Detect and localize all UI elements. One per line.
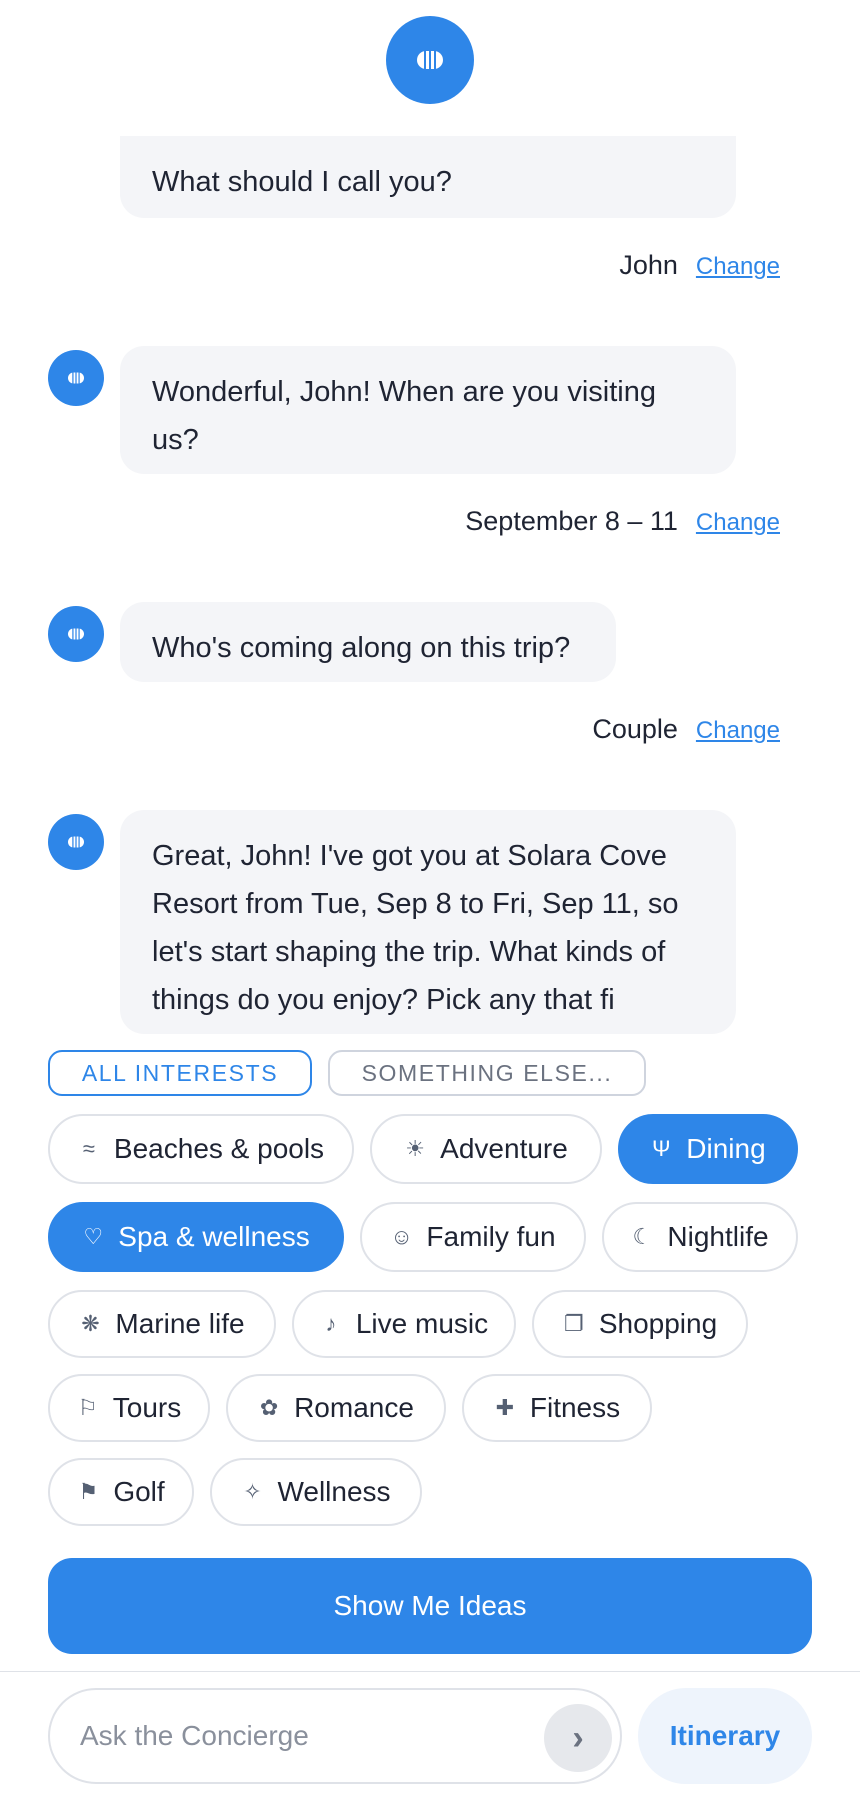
tab-something-else[interactable]: SOMETHING ELSE... bbox=[328, 1050, 646, 1096]
divider bbox=[0, 1671, 860, 1672]
chip-label: Nightlife bbox=[667, 1221, 769, 1252]
chip-golf[interactable]: ⚑ Golf bbox=[48, 1458, 194, 1526]
chip-romance[interactable]: ✿ Romance bbox=[226, 1374, 446, 1442]
chip-beaches-pools[interactable]: ≈ Beaches & pools bbox=[48, 1114, 354, 1184]
concierge-avatar bbox=[386, 16, 474, 104]
chip-live-music[interactable]: ♪ Live music bbox=[292, 1290, 516, 1358]
concierge-bell-icon bbox=[68, 628, 84, 640]
message-text: What should I call you? bbox=[152, 166, 452, 198]
chip-label: Adventure bbox=[440, 1133, 568, 1164]
concierge-avatar bbox=[48, 814, 104, 870]
chip-label: Tours bbox=[112, 1392, 182, 1423]
heart-icon: ♡ bbox=[83, 1224, 104, 1249]
answer-text: September 8 – 11 bbox=[465, 506, 678, 536]
concierge-bell-icon bbox=[68, 372, 84, 384]
user-answer: Couple Change bbox=[592, 714, 780, 745]
sparkle-icon: ✧ bbox=[243, 1479, 262, 1504]
chip-label: Shopping bbox=[598, 1308, 718, 1339]
chip-label: Dining bbox=[686, 1133, 766, 1164]
assistant-message: Great, John! I've got you at Solara Cove… bbox=[120, 810, 736, 1034]
chip-label: Fitness bbox=[529, 1392, 621, 1423]
itinerary-button[interactable]: Itinerary bbox=[638, 1688, 812, 1784]
chip-label: Family fun bbox=[426, 1221, 556, 1252]
chat-page: What should I call you? John Change Wond… bbox=[0, 0, 860, 1800]
chip-label: Wellness bbox=[277, 1476, 391, 1507]
concierge-avatar bbox=[48, 606, 104, 662]
send-button[interactable]: › bbox=[544, 1704, 612, 1772]
music-note-icon: ♪ bbox=[325, 1311, 337, 1336]
chip-dining[interactable]: Ψ Dining bbox=[618, 1114, 798, 1184]
answer-text: John bbox=[619, 250, 678, 280]
chip-adventure[interactable]: ☀ Adventure bbox=[370, 1114, 602, 1184]
moon-icon: ☾ bbox=[632, 1224, 653, 1249]
chip-label: Romance bbox=[294, 1392, 414, 1423]
bag-icon: ❐ bbox=[563, 1311, 584, 1336]
flag-outline-icon: ⚐ bbox=[77, 1395, 98, 1420]
assistant-message: Wonderful, John! When are you visiting u… bbox=[120, 346, 736, 474]
golf-flag-icon: ⚑ bbox=[78, 1479, 99, 1504]
chip-label: Live music bbox=[355, 1308, 489, 1339]
show-ideas-button[interactable]: Show Me Ideas bbox=[48, 1558, 812, 1654]
fork-icon: Ψ bbox=[652, 1136, 671, 1161]
concierge-bell-icon bbox=[417, 51, 443, 69]
change-link[interactable]: Change bbox=[696, 509, 780, 537]
chip-label: Spa & wellness bbox=[118, 1221, 310, 1252]
chip-label: Beaches & pools bbox=[113, 1133, 325, 1164]
chip-wellness[interactable]: ✧ Wellness bbox=[210, 1458, 422, 1526]
message-text: Who's coming along on this trip? bbox=[152, 632, 571, 664]
ask-concierge-input[interactable] bbox=[80, 1690, 500, 1782]
assistant-message: Who's coming along on this trip? bbox=[120, 602, 616, 682]
plus-icon: ✚ bbox=[495, 1395, 515, 1420]
chip-shopping[interactable]: ❐ Shopping bbox=[532, 1290, 748, 1358]
chevron-right-icon: › bbox=[572, 1718, 584, 1757]
change-link[interactable]: Change bbox=[696, 253, 780, 281]
chip-nightlife[interactable]: ☾ Nightlife bbox=[602, 1202, 798, 1272]
chip-spa-wellness[interactable]: ♡ Spa & wellness bbox=[48, 1202, 344, 1272]
chip-family-fun[interactable]: ☺ Family fun bbox=[360, 1202, 586, 1272]
message-text: Great, John! I've got you at Solara Cove… bbox=[152, 840, 679, 1016]
user-answer: John Change bbox=[619, 250, 780, 281]
change-link[interactable]: Change bbox=[696, 717, 780, 745]
assistant-message: What should I call you? bbox=[120, 136, 736, 218]
chip-label: Golf bbox=[113, 1476, 165, 1507]
chip-label: Marine life bbox=[115, 1308, 245, 1339]
ask-concierge-field[interactable]: › bbox=[48, 1688, 622, 1784]
coral-icon: ❋ bbox=[81, 1311, 100, 1336]
chip-marine-life[interactable]: ❋ Marine life bbox=[48, 1290, 276, 1358]
concierge-avatar bbox=[48, 350, 104, 406]
answer-text: Couple bbox=[592, 714, 678, 744]
chip-fitness[interactable]: ✚ Fitness bbox=[462, 1374, 652, 1442]
waves-icon: ≈ bbox=[82, 1136, 95, 1161]
user-answer: September 8 – 11 Change bbox=[465, 506, 780, 537]
smiley-icon: ☺ bbox=[390, 1224, 413, 1249]
flower-icon: ✿ bbox=[259, 1395, 279, 1420]
tab-all-interests[interactable]: ALL INTERESTS bbox=[48, 1050, 312, 1096]
sun-icon: ☀ bbox=[405, 1136, 426, 1161]
chip-tours[interactable]: ⚐ Tours bbox=[48, 1374, 210, 1442]
message-text: Wonderful, John! When are you visiting u… bbox=[152, 376, 657, 456]
concierge-bell-icon bbox=[68, 836, 84, 848]
